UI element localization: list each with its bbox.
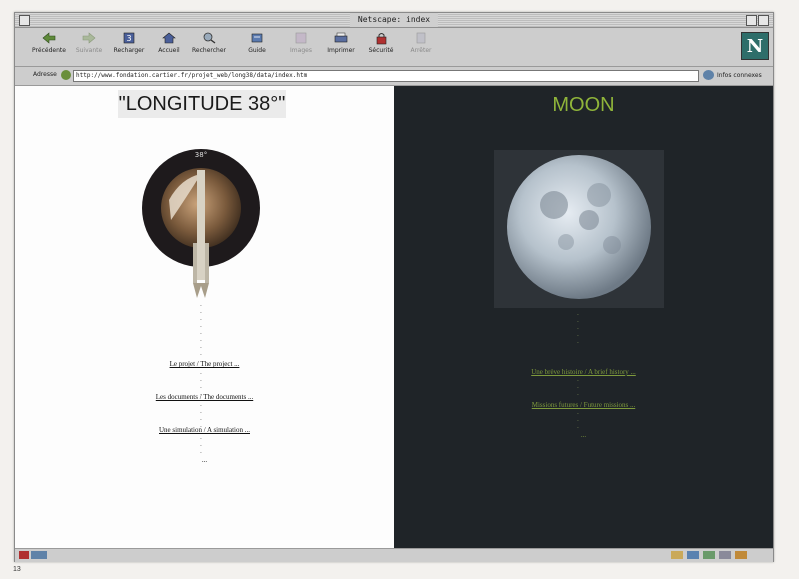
link-le-projet[interactable]: Le projet / The project ... (15, 360, 394, 368)
search-button-label: Rechercher (192, 47, 226, 54)
guide-icon (249, 31, 265, 45)
address-input[interactable]: http://www.fondation.cartier.fr/projet_w… (73, 70, 699, 82)
reload-button-label: Recharger (113, 47, 145, 54)
images-icon (293, 31, 309, 45)
search-icon (201, 31, 217, 45)
forward-button-label: Suivante (75, 47, 103, 54)
lock-icon (373, 31, 389, 45)
page-content: "LONGITUDE 38°" 38° · · · · · · · · Le p… (15, 86, 773, 548)
search-button[interactable]: Rechercher (185, 31, 233, 63)
page-proxy-icon[interactable] (61, 70, 71, 80)
zoom-box[interactable] (746, 15, 757, 26)
address-label: Adresse (33, 71, 57, 78)
stop-button[interactable]: Arrêter (397, 31, 445, 63)
component-bar-icon-1[interactable] (671, 551, 683, 559)
home-button-label: Accueil (158, 47, 180, 54)
status-bar (15, 548, 773, 562)
emblem-badge-label: 38° (195, 151, 207, 159)
print-button-label: Imprimer (327, 47, 355, 54)
guide-button-label: Guide (248, 47, 266, 54)
right-connector-dots-3: · · · (577, 411, 579, 432)
security-status-icon[interactable] (19, 551, 29, 559)
component-bar-icon-3[interactable] (703, 551, 715, 559)
related-info-label: Infos connexes (717, 71, 762, 79)
related-info-icon (703, 70, 714, 80)
moon-title: MOON (552, 94, 615, 116)
right-end-dots: ... (580, 431, 587, 439)
component-bar-icon-2[interactable] (687, 551, 699, 559)
longitude-title: "LONGITUDE 38°" (118, 90, 286, 118)
connection-status-icon (31, 551, 47, 559)
navigation-toolbar: Précédente Suivante 3 Recharger Accueil … (15, 28, 773, 67)
left-connector-dots-1: · · · · · · · · (200, 303, 202, 359)
stop-button-label: Arrêter (410, 47, 432, 54)
close-box[interactable] (19, 15, 30, 26)
component-bar-icon-5[interactable] (735, 551, 747, 559)
window-title: Netscape: index (349, 13, 439, 27)
link-missions-futures[interactable]: Missions futures / Future missions ... (394, 401, 773, 409)
forward-arrow-icon (81, 31, 97, 45)
location-bar: Adresse http://www.fondation.cartier.fr/… (15, 67, 773, 86)
right-connector-dots-2: · · · (577, 378, 579, 399)
print-icon (333, 31, 349, 45)
component-bar-icon-4[interactable] (719, 551, 731, 559)
browser-window: Netscape: index Précédente Suivante 3 Re… (14, 12, 774, 562)
svg-text:3: 3 (126, 34, 131, 43)
reload-icon: 3 (121, 31, 137, 45)
netscape-logo-icon: N (741, 32, 769, 60)
home-icon (161, 31, 177, 45)
link-les-documents[interactable]: Les documents / The documents ... (15, 393, 394, 401)
page-number: 13 (13, 566, 21, 573)
left-frame: "LONGITUDE 38°" 38° · · · · · · · · Le p… (15, 86, 394, 548)
left-connector-dots-4: · · · (200, 436, 202, 457)
right-connector-dots-1: · · · · · (577, 312, 579, 347)
images-button-label: Images (290, 47, 312, 54)
back-button-label: Précédente (32, 47, 66, 54)
link-une-simulation[interactable]: Une simulation / A simulation ... (15, 426, 394, 434)
security-button-label: Sécurité (368, 47, 394, 54)
collapse-box[interactable] (758, 15, 769, 26)
back-arrow-icon (41, 31, 57, 45)
guide-button[interactable]: Guide (233, 31, 281, 63)
left-end-dots: ... (201, 456, 208, 464)
title-bar[interactable]: Netscape: index (15, 13, 773, 28)
right-frame: MOON · · · · · Une brève histoire / A br… (394, 86, 773, 548)
related-info-button[interactable]: Infos connexes (703, 70, 762, 80)
moon-image (494, 150, 664, 308)
stop-icon (413, 31, 429, 45)
longitude-emblem-image: 38° (142, 149, 260, 298)
link-breve-histoire[interactable]: Une brève histoire / A brief history ... (394, 368, 773, 376)
